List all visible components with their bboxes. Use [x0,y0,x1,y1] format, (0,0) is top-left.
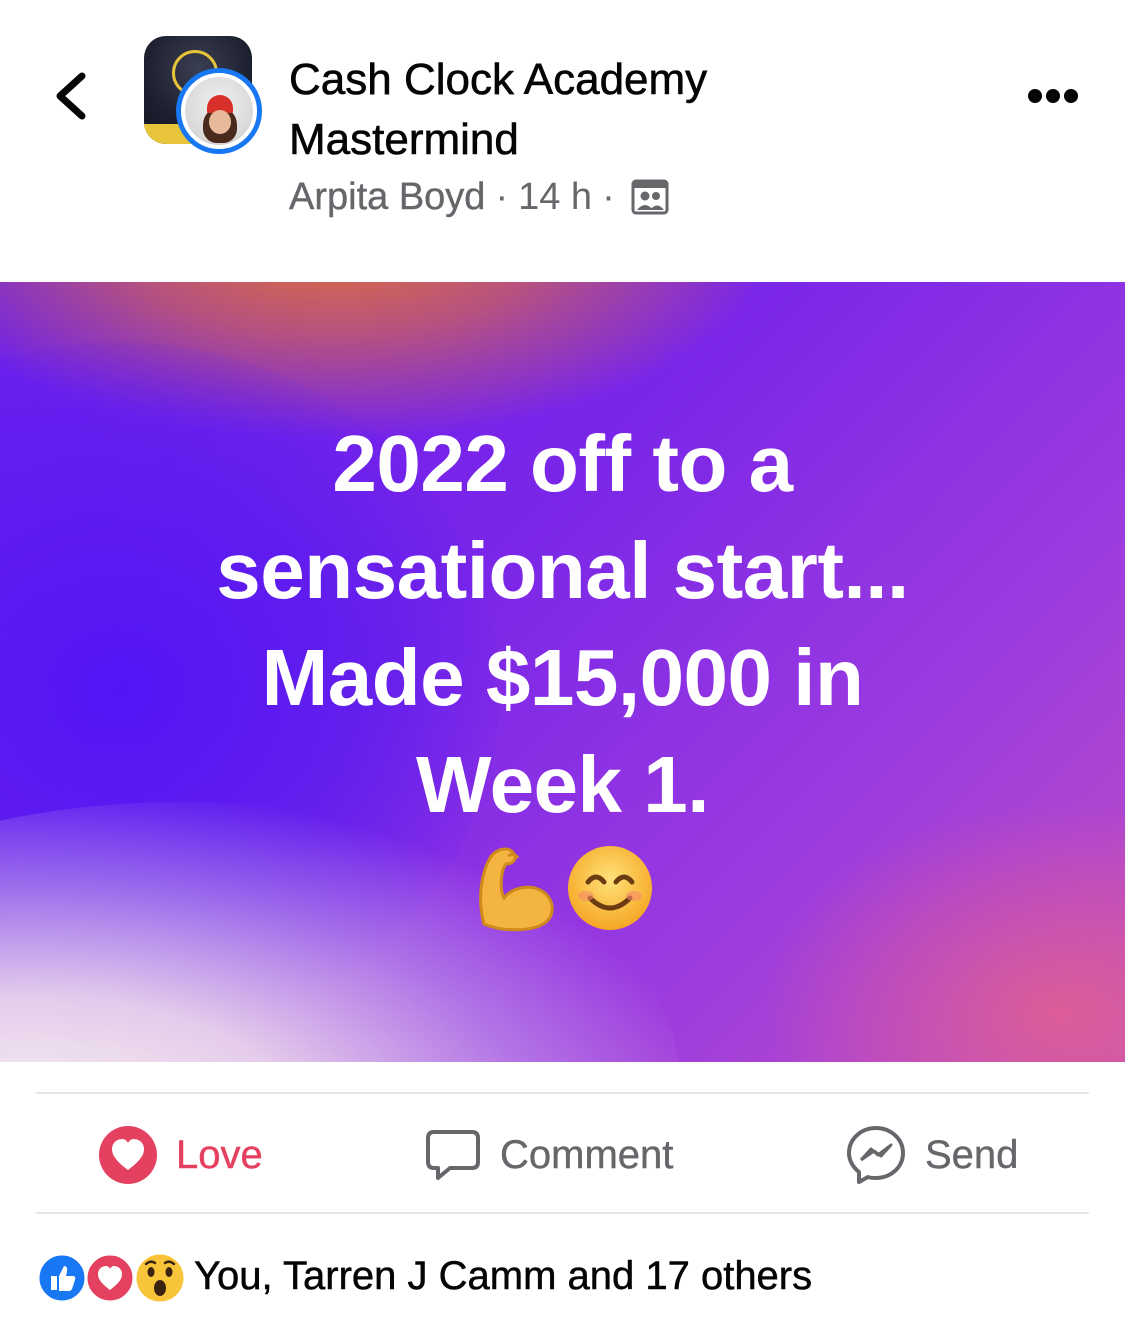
smiling-face-icon [567,846,652,930]
divider [36,1092,1089,1094]
reactions-summary[interactable]: You, Tarren J Camm and 17 others [36,1246,812,1306]
post-text-line: sensational start... [216,526,909,615]
reaction-summary-text[interactable]: You, Tarren J Camm and 17 others [194,1253,813,1299]
more-options-icon[interactable] [1026,82,1080,110]
author-name[interactable]: Arpita Boyd [289,175,486,219]
wow-reaction-icon [133,1251,187,1305]
post-text-line: 2022 off to a [332,419,793,508]
divider [36,1212,1089,1214]
messenger-icon [847,1126,905,1184]
comment-bubble-icon [426,1130,480,1180]
post-emojis [0,842,1125,934]
send-button[interactable]: Send [845,1118,1019,1192]
comment-label: Comment [500,1132,674,1177]
like-reaction-icon [36,1252,88,1304]
group-title-line[interactable]: Mastermind [289,110,849,170]
love-reaction-icon [84,1252,136,1304]
flexed-biceps-icon [478,847,554,932]
love-reaction-icon [99,1126,157,1184]
post-text: 2022 off to a sensational start... Made … [80,410,1045,838]
meta-separator: · [495,175,509,218]
reaction-icons [36,1250,187,1305]
post-background[interactable]: 2022 off to a sensational start... Made … [0,282,1125,1062]
love-label: Love [176,1132,263,1177]
group-title[interactable]: Cash Clock Academy Mastermind [289,50,849,170]
send-label: Send [925,1132,1019,1177]
post-time[interactable]: 14 h [518,176,592,219]
post-text-line: Week 1. [416,740,709,829]
group-members-icon [631,179,669,215]
meta-separator: · [602,175,615,218]
post-meta: Arpita Boyd · 14 h · [289,172,669,222]
post-text-line: Made $15,000 in [261,633,864,722]
group-title-line[interactable]: Cash Clock Academy [289,50,849,110]
author-avatar[interactable] [176,68,262,154]
comment-button[interactable]: Comment [424,1118,674,1192]
back-arrow-icon[interactable] [48,66,98,126]
love-button[interactable]: Love [98,1118,263,1192]
post-header: Cash Clock Academy Mastermind Arpita Boy… [0,0,1125,282]
